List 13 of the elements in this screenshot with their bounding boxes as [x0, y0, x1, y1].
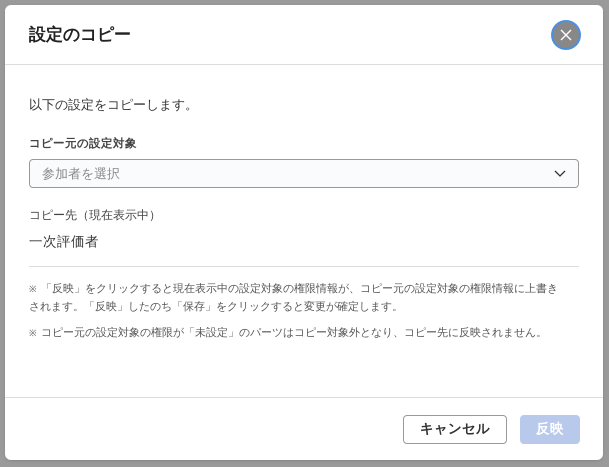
participant-select[interactable]: 参加者を選択: [29, 158, 579, 188]
destination-label: コピー先（現在表示中）: [29, 206, 162, 224]
chevron-down-icon: [554, 170, 566, 177]
close-icon: [560, 28, 572, 40]
close-button[interactable]: [553, 22, 579, 48]
intro-text: 以下の設定をコピーします。: [29, 96, 199, 114]
note-text: ※ 「反映」をクリックすると現在表示中の設定対象の権限情報が、コピー元の設定対象の権限情報に上書きされます。「反映」したのち「保存」をクリックすると変更が確定します。: [29, 282, 559, 315]
dialog-title: 設定のコピー: [29, 24, 131, 46]
cancel-button[interactable]: キャンセル: [403, 414, 507, 444]
destination-value: 一次評価者: [29, 232, 100, 251]
select-placeholder: 参加者を選択: [42, 164, 120, 182]
note-text: ※ コピー元の設定対象の権限が「未設定」のパーツはコピー対象外となり、コピー先に反映されません。: [29, 326, 548, 341]
field-label: コピー元の設定対象: [29, 136, 138, 152]
